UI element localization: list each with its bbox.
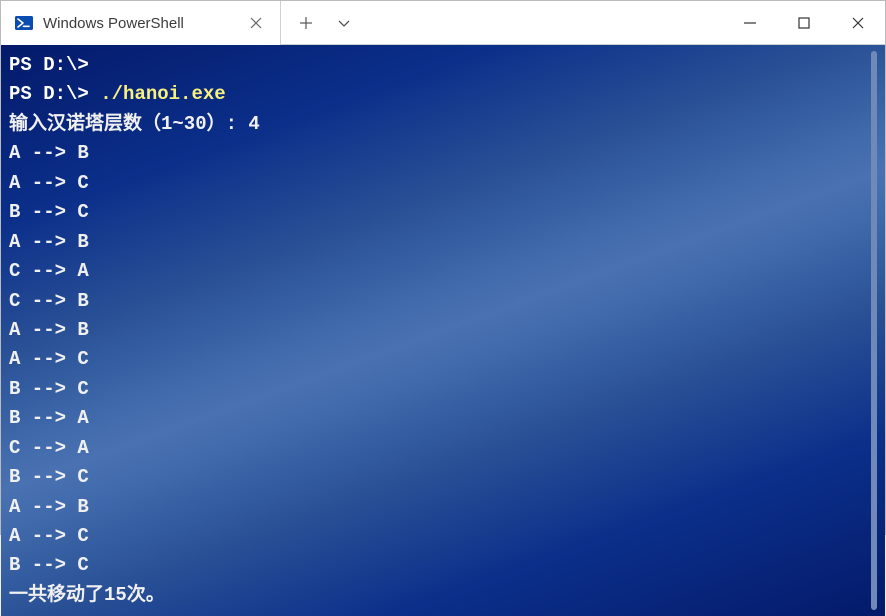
terminal-window: Windows PowerShell: [0, 0, 886, 535]
tab-close-button[interactable]: [246, 13, 266, 33]
move-line: C --> A: [9, 437, 89, 459]
terminal-content[interactable]: PS D:\> PS D:\> ./hanoi.exe 输入汉诺塔层数（1~30…: [9, 51, 871, 610]
move-line: B --> C: [9, 554, 89, 576]
move-line: A --> B: [9, 142, 89, 164]
move-line: B --> C: [9, 201, 89, 223]
powershell-icon: [15, 14, 33, 32]
move-line: A --> C: [9, 525, 89, 547]
prompt-line-1: PS D:\>: [9, 54, 89, 76]
new-tab-button[interactable]: [289, 6, 323, 40]
summary-prefix: 一共移动了: [9, 584, 104, 606]
title-bar-spacer[interactable]: [369, 1, 723, 44]
tab-strip: Windows PowerShell: [1, 1, 281, 44]
input-value: 4: [248, 113, 259, 135]
title-bar: Windows PowerShell: [1, 1, 885, 45]
tab-actions: [281, 1, 369, 44]
close-button[interactable]: [831, 1, 885, 45]
input-prompt: 输入汉诺塔层数（1~30）:: [9, 113, 248, 135]
move-line: C --> B: [9, 290, 89, 312]
maximize-button[interactable]: [777, 1, 831, 45]
summary-count: 15: [104, 584, 127, 606]
move-line: A --> C: [9, 348, 89, 370]
move-line: A --> C: [9, 172, 89, 194]
summary-suffix: 次。: [127, 584, 165, 606]
window-controls: [723, 1, 885, 44]
tab-title: Windows PowerShell: [43, 15, 236, 32]
terminal-body[interactable]: PS D:\> PS D:\> ./hanoi.exe 输入汉诺塔层数（1~30…: [1, 45, 885, 616]
move-line: A --> B: [9, 496, 89, 518]
prompt-line-2: PS D:\>: [9, 83, 89, 105]
move-line: A --> B: [9, 319, 89, 341]
move-line: C --> A: [9, 260, 89, 282]
tab-powershell[interactable]: Windows PowerShell: [1, 1, 281, 45]
move-line: B --> A: [9, 407, 89, 429]
move-line: B --> C: [9, 466, 89, 488]
scrollbar[interactable]: [871, 51, 877, 610]
minimize-button[interactable]: [723, 1, 777, 45]
command-text: ./hanoi.exe: [100, 83, 225, 105]
move-line: A --> B: [9, 231, 89, 253]
move-line: B --> C: [9, 378, 89, 400]
tab-dropdown-button[interactable]: [327, 6, 361, 40]
